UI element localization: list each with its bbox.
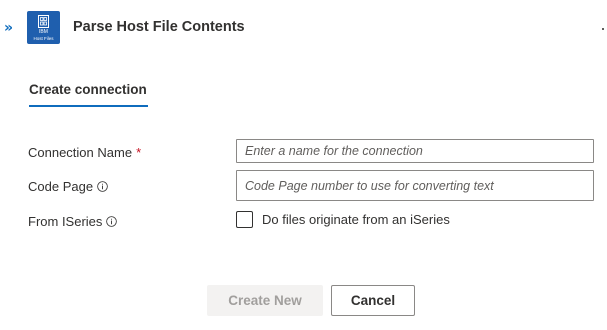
connection-name-label-text: Connection Name (28, 144, 133, 160)
code-page-input[interactable] (236, 170, 594, 201)
create-new-button[interactable]: Create New (207, 285, 323, 316)
from-iseries-label: From ISeries (28, 211, 118, 231)
from-iseries-label-text: From ISeries (28, 213, 103, 229)
from-iseries-checkbox[interactable] (236, 211, 253, 228)
expand-panel-button[interactable]: » (4, 18, 22, 38)
info-icon[interactable] (106, 215, 118, 227)
file-icon (38, 15, 49, 28)
app-logo: IBM Host Files (27, 11, 60, 44)
tab-active-indicator (29, 105, 148, 107)
page-title: Parse Host File Contents (73, 19, 245, 35)
info-icon[interactable] (97, 180, 108, 192)
required-asterisk: * (136, 144, 142, 160)
app-logo-line2: Host Files (33, 36, 54, 41)
connection-name-input[interactable] (236, 139, 594, 163)
double-chevron-right-icon: » (4, 20, 13, 36)
code-page-label: Code Page (28, 176, 108, 196)
connection-name-label: Connection Name * (28, 142, 141, 162)
tab-create-connection[interactable]: Create connection (29, 82, 147, 97)
app-logo-line1: IBM (39, 29, 48, 35)
from-iseries-checkbox-label[interactable]: Do files originate from an iSeries (262, 211, 450, 229)
code-page-label-text: Code Page (28, 178, 94, 194)
cancel-button[interactable]: Cancel (331, 285, 415, 316)
corner-dot (602, 28, 604, 30)
